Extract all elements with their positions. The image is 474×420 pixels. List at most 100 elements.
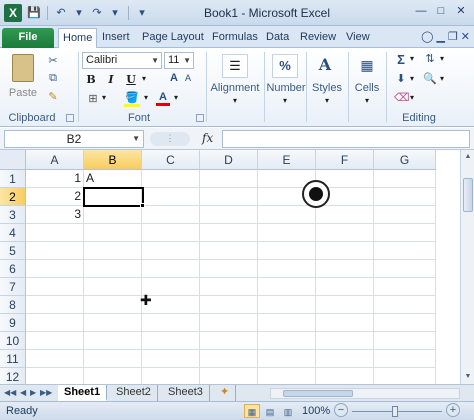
alignment-dropdown-icon[interactable]: ▾ <box>230 96 240 105</box>
insert-function-button[interactable]: fx <box>202 131 213 145</box>
row-header-12[interactable]: 12 <box>0 368 26 384</box>
column-header-g[interactable]: G <box>374 150 436 170</box>
grid-cell[interactable] <box>26 242 84 260</box>
sheet-tab-sheet2[interactable]: Sheet2 <box>110 385 158 401</box>
row-header-3[interactable]: 3 <box>0 206 26 224</box>
grid-cell[interactable] <box>374 242 436 260</box>
grid-cell[interactable] <box>200 314 258 332</box>
grid-cell[interactable] <box>316 368 374 384</box>
row-header-4[interactable]: 4 <box>0 224 26 242</box>
grid-cell[interactable] <box>258 224 316 242</box>
fill-color-dropdown-icon[interactable]: ▾ <box>142 93 150 102</box>
column-header-e[interactable]: E <box>258 150 316 170</box>
zoom-in-icon[interactable]: + <box>446 403 460 417</box>
close-workbook-icon[interactable]: ✕ <box>461 30 470 43</box>
grid-cell[interactable] <box>26 332 84 350</box>
horizontal-scroll-thumb[interactable] <box>283 390 353 397</box>
formula-bar-splitter[interactable]: ⋮ <box>150 132 190 146</box>
page-layout-view-icon[interactable]: ▤ <box>262 404 278 418</box>
clipboard-launcher-icon[interactable] <box>66 114 74 122</box>
grid-cell[interactable] <box>26 278 84 296</box>
grid-cell[interactable] <box>84 242 142 260</box>
grid-cell[interactable] <box>200 278 258 296</box>
row-header-9[interactable]: 9 <box>0 314 26 332</box>
autosum-dropdown-icon[interactable]: ▾ <box>408 54 416 63</box>
grid-cell[interactable] <box>374 278 436 296</box>
prev-sheet-icon[interactable]: ◀ <box>20 388 26 397</box>
grid-cell[interactable] <box>84 206 142 224</box>
scroll-down-icon[interactable]: ▼ <box>463 372 473 382</box>
grid-cell[interactable] <box>142 368 200 384</box>
row-header-7[interactable]: 7 <box>0 278 26 296</box>
grid-cell[interactable] <box>258 296 316 314</box>
grid-cell[interactable] <box>374 224 436 242</box>
cells-dropdown-icon[interactable]: ▾ <box>362 96 372 105</box>
format-painter-icon[interactable]: ✎ <box>46 90 60 103</box>
zoom-out-icon[interactable]: − <box>334 403 348 417</box>
grid-cell[interactable] <box>200 260 258 278</box>
grid-cell[interactable] <box>374 368 436 384</box>
normal-view-icon[interactable]: ▦ <box>244 404 260 418</box>
row-header-6[interactable]: 6 <box>0 260 26 278</box>
grid-cell[interactable] <box>374 188 436 206</box>
grid-cell[interactable] <box>374 332 436 350</box>
bold-button[interactable]: B <box>84 73 98 86</box>
shrink-font-icon[interactable]: A <box>182 73 194 83</box>
grid-cell[interactable] <box>84 278 142 296</box>
font-launcher-icon[interactable] <box>196 114 204 122</box>
tab-formulas[interactable]: Formulas <box>208 28 262 48</box>
grid-cell[interactable] <box>142 224 200 242</box>
grid-cell[interactable] <box>374 314 436 332</box>
underline-button[interactable]: U <box>124 73 138 86</box>
column-header-d[interactable]: D <box>200 150 258 170</box>
grid-cell[interactable] <box>200 242 258 260</box>
zoom-level[interactable]: 100% <box>302 405 330 417</box>
grid-cell[interactable] <box>316 224 374 242</box>
tab-file[interactable]: File <box>2 28 54 48</box>
column-header-a[interactable]: A <box>26 150 84 170</box>
scroll-up-icon[interactable]: ▲ <box>463 152 473 162</box>
close-button[interactable]: ✕ <box>452 4 470 20</box>
fill-color-icon[interactable]: 🪣 <box>124 91 140 107</box>
help-icon[interactable]: ◯ <box>421 30 433 43</box>
grid-cell[interactable] <box>200 296 258 314</box>
number-button[interactable]: Number <box>266 82 306 94</box>
grid-cell[interactable] <box>142 314 200 332</box>
formula-input[interactable] <box>222 130 470 148</box>
grid-cell[interactable] <box>258 242 316 260</box>
vertical-scrollbar[interactable]: ▲ ▼ <box>460 150 474 384</box>
percent-icon[interactable]: % <box>272 54 298 78</box>
grid-cell[interactable] <box>200 206 258 224</box>
grid-cell[interactable] <box>200 332 258 350</box>
column-header-b[interactable]: B <box>84 150 142 170</box>
grid-cell[interactable] <box>258 314 316 332</box>
grid-cell[interactable] <box>142 206 200 224</box>
grid-cell[interactable] <box>258 332 316 350</box>
grid-cell[interactable] <box>26 350 84 368</box>
styles-icon[interactable]: A <box>312 54 338 78</box>
restore-icon[interactable]: ❐ <box>448 30 458 43</box>
grid-cell[interactable] <box>84 224 142 242</box>
grid-cell[interactable] <box>374 296 436 314</box>
grid-cell[interactable] <box>258 368 316 384</box>
tab-review[interactable]: Review <box>296 28 340 48</box>
borders-dropdown-icon[interactable]: ▾ <box>100 93 108 102</box>
grid-cell[interactable] <box>374 170 436 188</box>
grid-cell[interactable] <box>26 368 84 384</box>
grid-cell[interactable] <box>84 296 142 314</box>
grid-cell[interactable] <box>200 224 258 242</box>
paste-button[interactable]: Paste <box>6 52 40 99</box>
insert-sheet-icon[interactable]: ✦ <box>214 385 237 401</box>
clear-icon[interactable]: ⌫ <box>394 91 410 104</box>
grid-cell[interactable] <box>258 260 316 278</box>
grid-cell[interactable] <box>316 242 374 260</box>
select-all-corner[interactable] <box>0 150 26 170</box>
fill-down-icon[interactable]: ⬇ <box>394 72 408 85</box>
grid-cell[interactable] <box>142 188 200 206</box>
horizontal-scrollbar[interactable] <box>270 388 460 399</box>
grid-cell[interactable] <box>316 332 374 350</box>
grid-cell[interactable] <box>142 260 200 278</box>
cells-icon[interactable]: ▦ <box>354 54 380 78</box>
cell-a1[interactable]: 1 <box>26 170 84 188</box>
row-header-8[interactable]: 8 <box>0 296 26 314</box>
